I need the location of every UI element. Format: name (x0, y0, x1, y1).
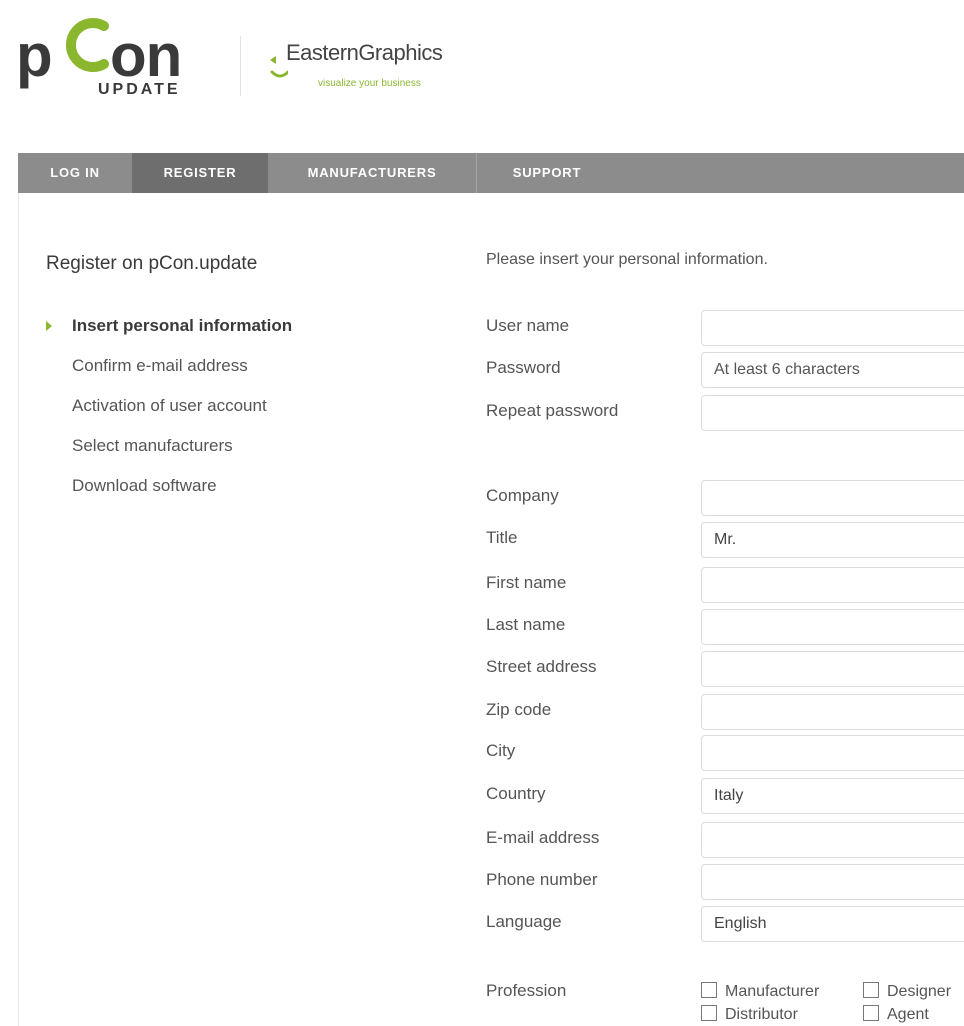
step-label: Download software (72, 476, 217, 495)
nav-log-in[interactable]: LOG IN (18, 153, 132, 193)
svg-text:p: p (16, 22, 52, 89)
pcon-logo-mark: p on UPDATE (16, 18, 182, 98)
first-name-label: First name (486, 573, 567, 592)
content-border (18, 193, 19, 1026)
step-label: Select manufacturers (72, 436, 233, 455)
step-label: Confirm e-mail address (72, 356, 248, 375)
nav-support[interactable]: SUPPORT (477, 153, 617, 193)
street-address-label: Street address (486, 657, 597, 676)
language-select[interactable] (701, 906, 964, 942)
pcon-update-logo[interactable]: p on UPDATE (16, 8, 206, 98)
profession-label: Profession (486, 981, 567, 1000)
street-address-input[interactable] (701, 651, 964, 687)
title-label: Title (486, 528, 518, 547)
country-label: Country (486, 784, 546, 803)
checkbox-label: Distributor (725, 1006, 798, 1023)
easterngraphics-swoosh-icon (270, 56, 288, 78)
phone-label: Phone number (486, 870, 598, 889)
sidebar-title: Register on pCon.update (46, 253, 258, 274)
checkbox[interactable] (863, 982, 879, 998)
zip-code-label: Zip code (486, 700, 552, 719)
nav-manufacturers[interactable]: MANUFACTURERS (268, 153, 476, 193)
checkbox-label: Agent (887, 1006, 929, 1023)
profession-option-agent[interactable]: Agent (863, 1005, 929, 1024)
svg-text:on: on (110, 22, 181, 89)
title-select[interactable] (701, 522, 964, 558)
easterngraphics-name: EasternGraphics (286, 40, 443, 65)
checkbox-label: Manufacturer (725, 983, 820, 1000)
form-intro: Please insert your personal information. (486, 251, 768, 268)
phone-input[interactable] (701, 864, 964, 900)
first-name-input[interactable] (701, 567, 964, 603)
easterngraphics-tagline: visualize your business (318, 78, 421, 89)
username-label: User name (486, 316, 570, 335)
repeat-password-input[interactable] (701, 395, 964, 431)
email-input[interactable] (701, 822, 964, 858)
username-input[interactable] (701, 310, 964, 346)
last-name-label: Last name (486, 615, 566, 634)
profession-option-manufacturer[interactable]: Manufacturer (701, 982, 819, 1001)
password-label: Password (486, 358, 561, 377)
email-label: E-mail address (486, 828, 600, 847)
country-select[interactable] (701, 778, 964, 814)
step-label: Activation of user account (72, 396, 267, 415)
checkbox[interactable] (701, 982, 717, 998)
repeat-password-label: Repeat password (486, 401, 619, 420)
company-label: Company (486, 486, 559, 505)
nav-register[interactable]: REGISTER (132, 153, 268, 193)
logo-divider (240, 36, 241, 96)
last-name-input[interactable] (701, 609, 964, 645)
checkbox[interactable] (863, 1005, 879, 1021)
checkbox-label: Designer (887, 983, 952, 1000)
city-input[interactable] (701, 735, 964, 771)
company-input[interactable] (701, 480, 964, 516)
language-label: Language (486, 912, 562, 931)
checkbox[interactable] (701, 1005, 717, 1021)
profession-option-distributor[interactable]: Distributor (701, 1005, 798, 1024)
zip-code-input[interactable] (701, 694, 964, 730)
step-label: Insert personal information (72, 316, 293, 335)
main-nav: LOG IN REGISTER MANUFACTURERS SUPPORT (18, 153, 964, 193)
profession-option-designer[interactable]: Designer (863, 982, 951, 1001)
svg-text:UPDATE: UPDATE (98, 81, 181, 98)
easterngraphics-logo[interactable]: EasternGraphics visualize your business (262, 38, 482, 98)
password-input[interactable] (701, 352, 964, 388)
current-step-arrow-icon (46, 321, 52, 331)
city-label: City (486, 741, 516, 760)
